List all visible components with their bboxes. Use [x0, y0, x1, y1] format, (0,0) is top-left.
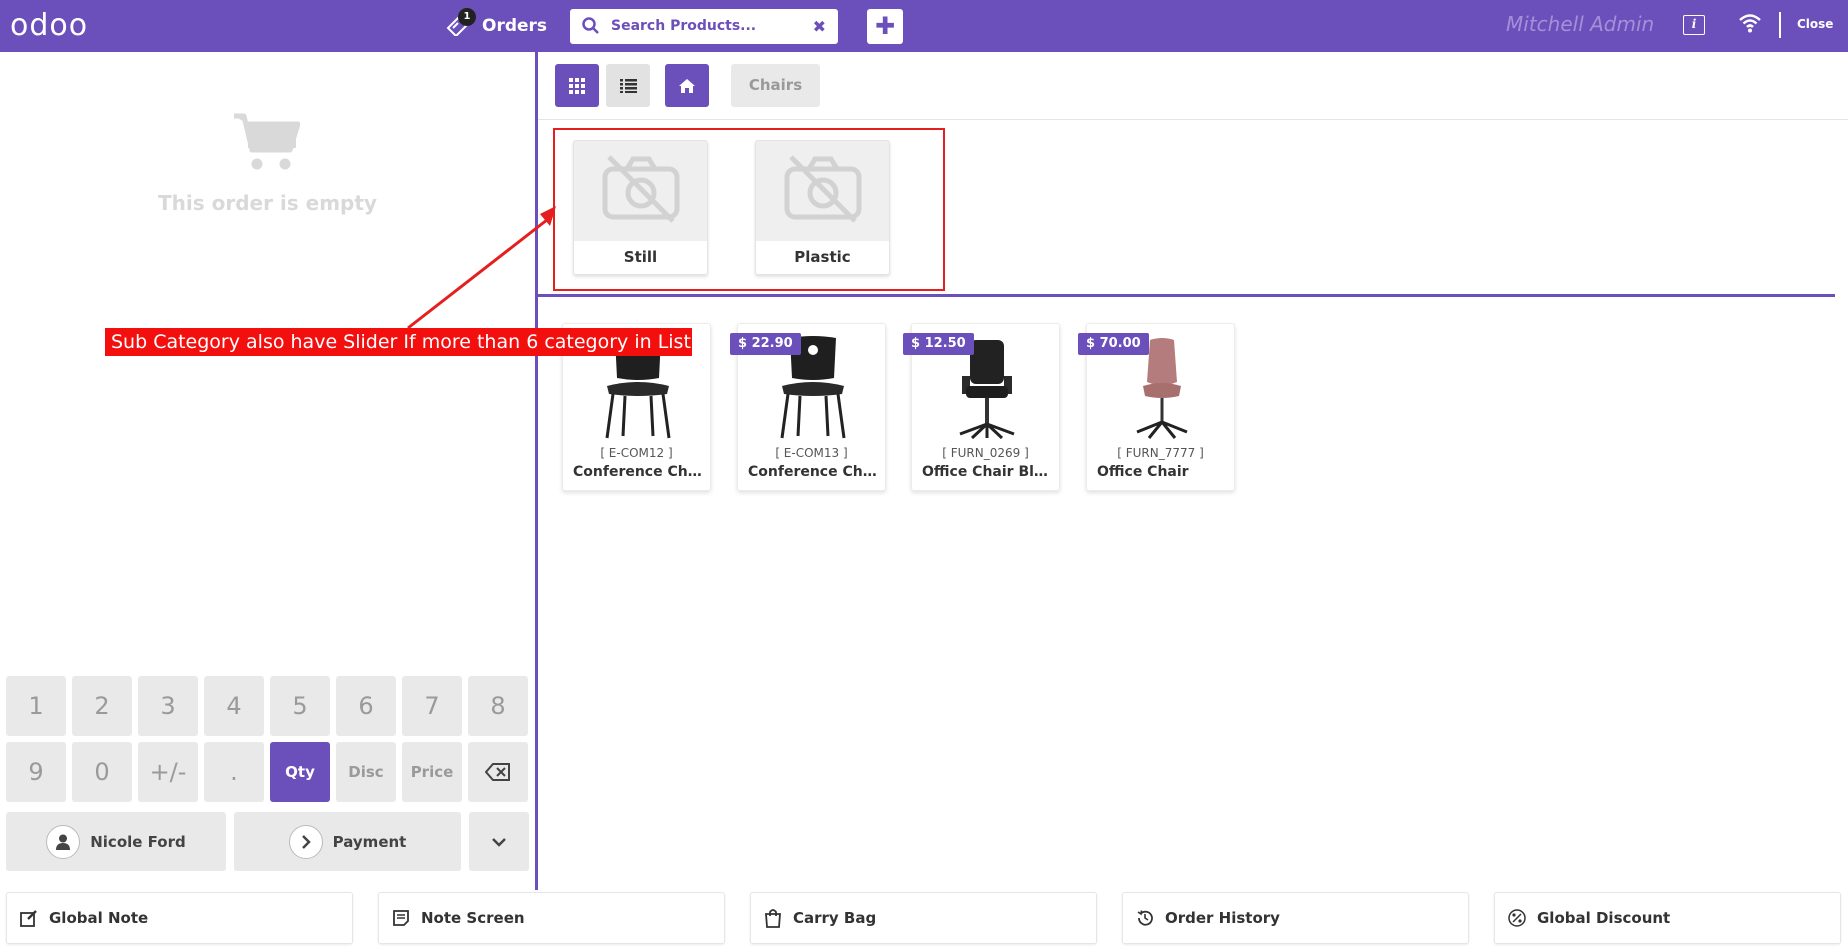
- note-screen-label: Note Screen: [421, 909, 525, 927]
- price-tag: $ 12.50: [903, 333, 974, 355]
- carry-bag-label: Carry Bag: [793, 909, 877, 927]
- backspace-icon: [484, 763, 510, 781]
- product-ref: [ E-COM13 ]: [775, 446, 848, 460]
- search-icon: [582, 17, 600, 39]
- product-ref: [ FURN_7777 ]: [1117, 446, 1204, 460]
- bag-icon: [763, 908, 783, 928]
- no-image-icon: [601, 153, 681, 227]
- search-input[interactable]: Search Products... ✖: [570, 9, 838, 44]
- grid-view-button[interactable]: [555, 64, 599, 107]
- product-ref: [ FURN_0269 ]: [942, 446, 1029, 460]
- payment-label: Payment: [332, 832, 407, 851]
- info-icon[interactable]: i: [1683, 15, 1705, 35]
- price-mode-button[interactable]: Price: [402, 742, 462, 802]
- numpad-key[interactable]: 0: [72, 742, 132, 802]
- orders-label: Orders: [482, 16, 548, 36]
- order-history-label: Order History: [1165, 909, 1280, 927]
- orders-button[interactable]: 1 Orders: [446, 8, 548, 40]
- no-image-icon: [783, 153, 863, 227]
- chevron-down-icon: [492, 837, 506, 847]
- numpad-key[interactable]: 8: [468, 676, 528, 736]
- carry-bag-button[interactable]: Carry Bag: [750, 892, 1097, 944]
- backspace-button[interactable]: [468, 742, 528, 802]
- product-name: Conference Chair (Steel): [573, 464, 708, 480]
- product-ref: [ E-COM12 ]: [600, 446, 673, 460]
- home-icon: [679, 78, 695, 93]
- numpad-key[interactable]: 3: [138, 676, 198, 736]
- product-name: Conference Chair (Aluminium): [748, 464, 883, 480]
- product-name: Office Chair Black: [922, 464, 1057, 480]
- user-name: Mitchell Admin: [1506, 12, 1655, 36]
- numpad-key[interactable]: 1: [6, 676, 66, 736]
- qty-mode-button[interactable]: Qty: [270, 742, 330, 802]
- global-discount-button[interactable]: Global Discount: [1494, 892, 1841, 944]
- new-order-button[interactable]: ✚: [867, 9, 903, 44]
- product-name: Office Chair: [1097, 464, 1189, 480]
- wifi-icon: [1738, 13, 1762, 37]
- grid-icon: [569, 77, 585, 94]
- ticket-icon: 1: [446, 8, 476, 38]
- chevron-right-icon: [288, 824, 323, 859]
- payment-button[interactable]: Payment: [234, 812, 461, 871]
- subcategory-card[interactable]: Still: [573, 140, 708, 275]
- pane-divider: [535, 52, 538, 890]
- list-icon: [619, 78, 637, 93]
- numpad-key[interactable]: 9: [6, 742, 66, 802]
- history-icon: [1135, 908, 1155, 928]
- numpad-key[interactable]: 4: [204, 676, 264, 736]
- annotation-arrow: [407, 206, 556, 330]
- subcategory-label: Plastic: [756, 241, 889, 274]
- disc-mode-button[interactable]: Disc: [336, 742, 396, 802]
- subcategory-card[interactable]: Plastic: [755, 140, 890, 275]
- separator: [538, 119, 1848, 120]
- numpad-key[interactable]: 6: [336, 676, 396, 736]
- global-note-label: Global Note: [49, 909, 149, 927]
- global-note-button[interactable]: Global Note: [6, 892, 353, 944]
- numpad-key[interactable]: 2: [72, 676, 132, 736]
- orders-count-badge: 1: [458, 8, 476, 26]
- percent-icon: [1507, 908, 1527, 928]
- customer-name: Nicole Ford: [90, 832, 186, 851]
- breadcrumb-category[interactable]: Chairs: [731, 64, 820, 107]
- more-actions-button[interactable]: [469, 812, 529, 871]
- top-bar: odoo 1 Orders Search Products... ✖ ✚ Mit…: [0, 0, 1848, 52]
- category-separator: [538, 294, 1835, 297]
- search-placeholder: Search Products...: [611, 18, 757, 34]
- subcategory-label: Still: [574, 241, 707, 274]
- clear-search-icon[interactable]: ✖: [813, 17, 826, 36]
- numpad-key[interactable]: 5: [270, 676, 330, 736]
- odoo-logo: odoo: [10, 8, 89, 43]
- price-tag: $ 22.90: [730, 333, 801, 355]
- edit-icon: [19, 908, 39, 928]
- customer-button[interactable]: Nicole Ford: [6, 812, 226, 871]
- plus-minus-key[interactable]: +/-: [138, 742, 198, 802]
- cart-icon: [232, 112, 301, 176]
- note-icon: [391, 908, 411, 928]
- numpad-key[interactable]: 7: [402, 676, 462, 736]
- list-view-button[interactable]: [606, 64, 650, 107]
- order-history-button[interactable]: Order History: [1122, 892, 1469, 944]
- separator: [1779, 12, 1781, 38]
- global-discount-label: Global Discount: [1537, 909, 1671, 927]
- user-icon: [46, 824, 81, 859]
- close-button[interactable]: Close: [1797, 17, 1833, 31]
- note-screen-button[interactable]: Note Screen: [378, 892, 725, 944]
- home-category-button[interactable]: [665, 64, 709, 107]
- price-tag: $ 70.00: [1078, 333, 1149, 355]
- annotation-label: Sub Category also have Slider If more th…: [105, 328, 692, 356]
- decimal-key[interactable]: .: [204, 742, 264, 802]
